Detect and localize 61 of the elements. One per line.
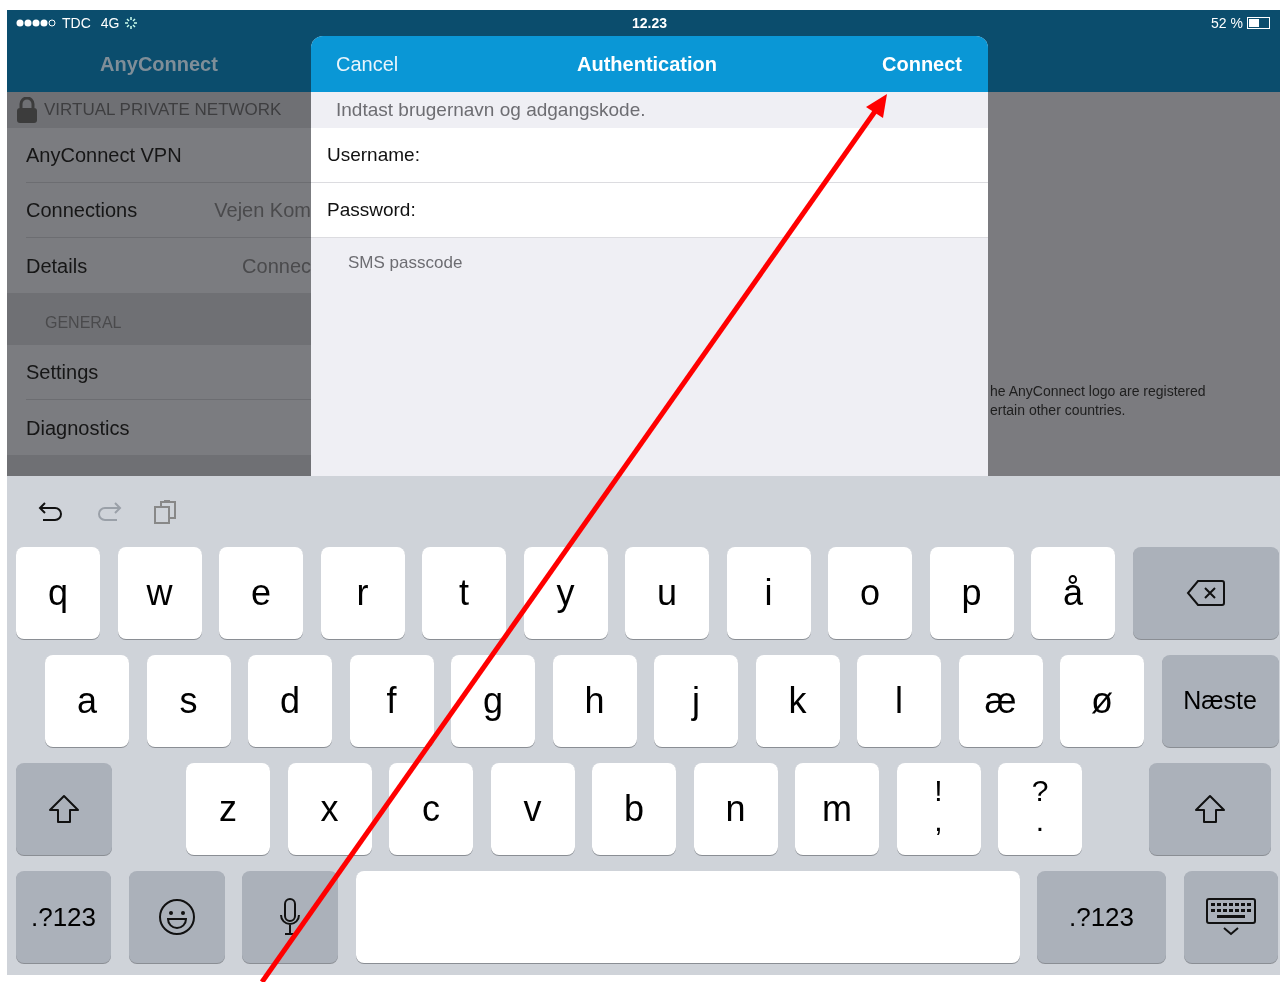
key[interactable]: e: [219, 547, 303, 639]
key[interactable]: a: [45, 655, 129, 747]
key[interactable]: c: [389, 763, 473, 855]
app-title: AnyConnect: [100, 52, 218, 77]
key[interactable]: o: [828, 547, 912, 639]
key[interactable]: k: [755, 655, 840, 747]
network-type: 4G: [100, 13, 120, 33]
carrier-name: TDC: [62, 13, 91, 33]
backspace-icon: [1185, 579, 1226, 607]
key[interactable]: v: [490, 763, 575, 855]
key[interactable]: d: [248, 655, 332, 747]
key[interactable]: t: [422, 547, 506, 639]
key[interactable]: r: [320, 547, 405, 639]
battery-icon: [1247, 17, 1271, 29]
key[interactable]: n: [693, 763, 778, 855]
key[interactable]: x: [287, 763, 372, 855]
key[interactable]: u: [625, 547, 709, 639]
key[interactable]: f: [349, 655, 434, 747]
key[interactable]: ! ,: [896, 763, 981, 855]
input-field[interactable]: Username:: [311, 128, 988, 183]
key[interactable]: l: [857, 655, 941, 747]
key[interactable]: y: [523, 547, 608, 639]
battery-percent: 52 %: [1211, 13, 1243, 33]
microphone-icon: [279, 897, 301, 937]
key[interactable]: m: [795, 763, 879, 855]
dialog-title: Authentication: [577, 52, 717, 77]
shift-icon: [1194, 794, 1226, 824]
key[interactable]: h: [552, 655, 637, 747]
backspace-key[interactable]: [1132, 547, 1279, 639]
key[interactable]: b: [592, 763, 676, 855]
shift-key[interactable]: [16, 763, 112, 855]
emoji-key[interactable]: [128, 871, 225, 963]
key[interactable]: g: [451, 655, 535, 747]
copyright-text: he AnyConnect logo are registered: [990, 382, 1207, 401]
copyright-text: ertain other countries.: [990, 401, 1127, 420]
key[interactable]: i: [726, 547, 811, 639]
key[interactable]: ø: [1060, 655, 1144, 747]
key[interactable]: å: [1031, 547, 1115, 639]
key[interactable]: w: [117, 547, 202, 639]
key[interactable]: ? .: [998, 763, 1082, 855]
key[interactable]: æ: [958, 655, 1043, 747]
input-field[interactable]: Password:: [311, 183, 988, 238]
key[interactable]: p: [929, 547, 1014, 639]
hide-keyboard-key[interactable]: [1183, 871, 1278, 963]
sms-passcode-label: SMS passcode: [348, 253, 463, 272]
activity-icon: [125, 17, 138, 29]
numbers-key[interactable]: .?123: [16, 871, 111, 963]
emoji-icon: [157, 898, 196, 936]
dictation-key[interactable]: [242, 871, 338, 963]
prompt-text: Indtast brugernavn og adgangskode.: [336, 97, 646, 122]
next-key[interactable]: Næste: [1161, 655, 1279, 747]
key[interactable]: s: [146, 655, 231, 747]
key[interactable]: z: [186, 763, 270, 855]
undo-icon[interactable]: [37, 499, 65, 524]
clock-time: 12.23: [632, 13, 668, 33]
key[interactable]: j: [654, 655, 738, 747]
numbers-key[interactable]: .?123: [1037, 871, 1166, 963]
keyboard-dismiss-icon: [1204, 897, 1257, 937]
shift-icon: [48, 794, 80, 824]
key[interactable]: q: [16, 547, 100, 639]
signal-icon: [16, 19, 58, 27]
